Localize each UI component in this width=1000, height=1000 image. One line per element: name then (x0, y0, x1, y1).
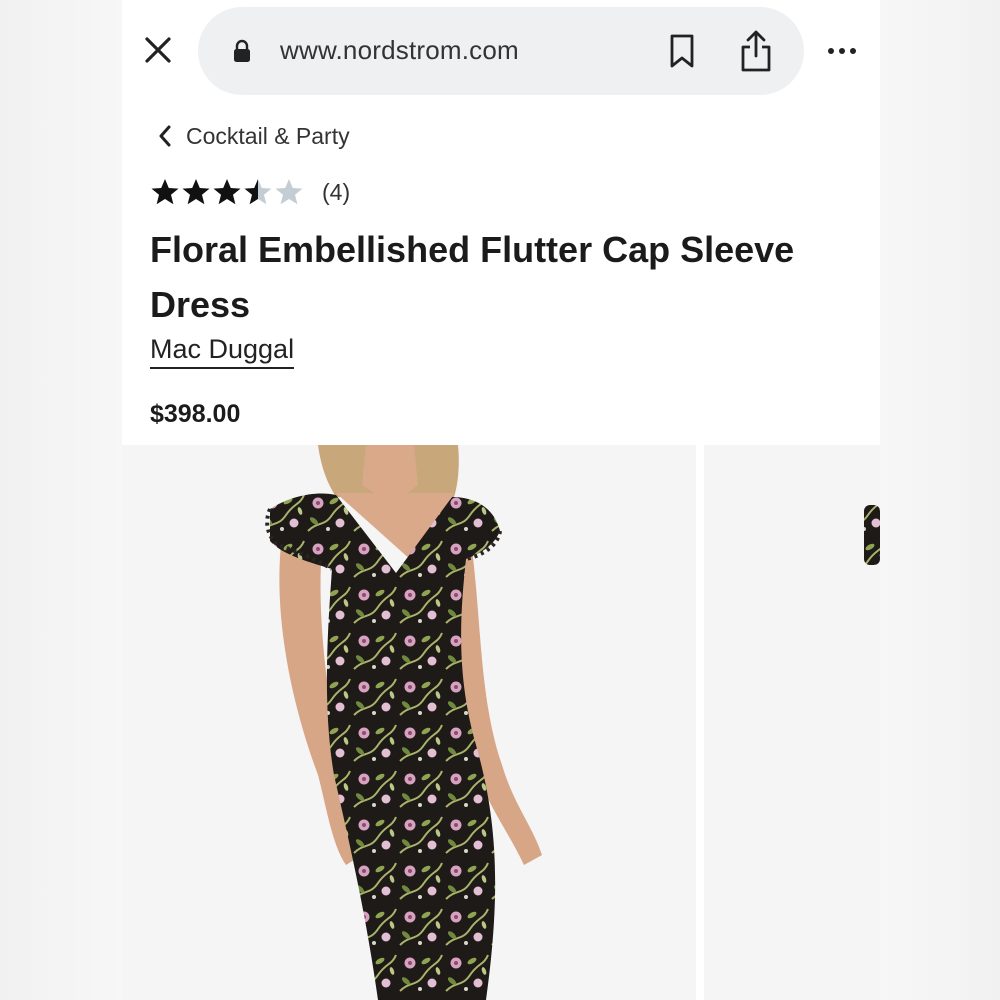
share-icon[interactable] (738, 29, 774, 73)
right-margin (880, 0, 1000, 1000)
product-photo-main[interactable] (122, 445, 696, 1000)
more-icon-dot (839, 48, 845, 54)
brand-link[interactable]: Mac Duggal (150, 334, 295, 369)
dress-model-image (265, 445, 542, 1000)
product-gallery[interactable] (122, 445, 880, 1000)
star-icon (244, 179, 272, 205)
star-icon (151, 179, 179, 205)
close-icon (145, 37, 171, 63)
breadcrumb-label[interactable]: Cocktail & Party (186, 123, 350, 150)
left-margin (0, 0, 122, 1000)
product-photo-next[interactable] (704, 445, 880, 1000)
url-text[interactable]: www.nordstrom.com (280, 35, 519, 66)
product-price: $398.00 (150, 400, 241, 428)
star-icon (182, 179, 210, 205)
product-rating[interactable]: (4) (150, 174, 350, 210)
bookmark-icon[interactable] (668, 33, 696, 69)
more-options-button[interactable] (822, 36, 862, 66)
star-icon (275, 179, 303, 205)
address-bar[interactable]: www.nordstrom.com (198, 7, 804, 95)
rating-stars (150, 177, 304, 207)
more-icon-dot (850, 48, 856, 54)
chevron-left-icon (159, 125, 171, 147)
review-count[interactable]: (4) (322, 179, 350, 206)
lock-icon (234, 39, 250, 62)
breadcrumb[interactable]: Cocktail & Party (158, 118, 350, 154)
dress-peek-image (864, 505, 880, 565)
product-title: Floral Embellished Flutter Cap Sleeve Dr… (150, 229, 795, 325)
star-icon (213, 179, 241, 205)
more-icon-dot (828, 48, 834, 54)
close-button[interactable] (138, 30, 178, 70)
phone-screen: www.nordstrom.com Cocktail & Party (4) F… (122, 0, 880, 1000)
